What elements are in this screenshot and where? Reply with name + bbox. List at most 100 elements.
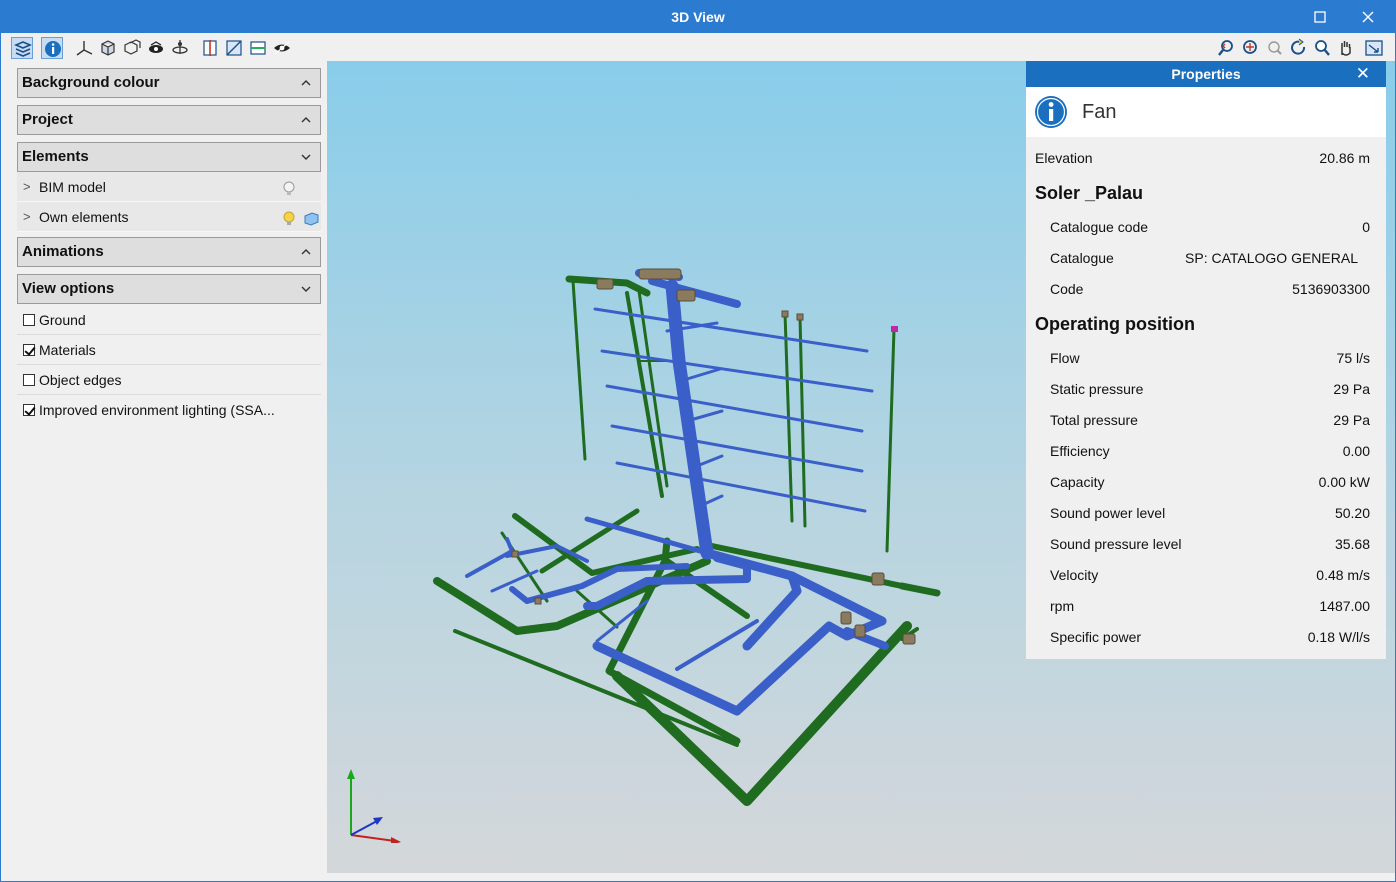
chevron-up-icon [300,69,314,97]
property-row: Static pressure 29 Pa [1026,374,1386,405]
water-pipes [433,275,941,806]
clip-plane-button[interactable] [199,37,221,59]
property-row: Catalogue SP: CATALOGO GENERAL [1026,243,1386,274]
plan-section-button[interactable] [247,37,269,59]
section-project[interactable]: Project [17,105,321,135]
property-row: Velocity 0.48 m/s [1026,560,1386,591]
left-panel: Background colour Project Elements > BIM… [15,65,323,875]
maximize-icon [1314,11,1326,23]
pan-button[interactable] [1335,37,1357,59]
zoom-button[interactable] [1311,37,1333,59]
lightbulb-on-icon[interactable] [281,208,297,226]
layers-tool-button[interactable] [11,37,33,59]
orbit-tool-button[interactable] [169,37,191,59]
materials-checkbox[interactable] [23,344,35,356]
element-name: Fan [1082,101,1117,123]
maximize-button[interactable] [1297,3,1343,31]
properties-panel: Properties ✕ Fan Elevation 20.86 m Soler… [1026,61,1386,659]
hand-icon [1341,41,1351,56]
property-label: Static pressure [1050,381,1144,397]
option-ground[interactable]: Ground [17,305,321,335]
tree-item-bim-model[interactable]: > BIM model [17,172,321,202]
close-properties-button[interactable]: ✕ [1356,61,1370,87]
property-value: 1487.00 [1319,598,1370,614]
property-row: Specific power 0.18 W/l/s [1026,622,1386,653]
info-tool-button[interactable] [41,37,63,59]
cube-icon [101,40,115,56]
axes-icon [76,41,93,56]
section-view-button[interactable] [121,37,143,59]
property-value: 50.20 [1334,505,1370,521]
section-title: Animations [22,243,104,260]
zoom-window-button[interactable] [1263,37,1285,59]
orientation-axes [347,769,401,843]
diagonal-section-button[interactable] [223,37,245,59]
property-label: Sound power level [1050,505,1166,521]
close-button[interactable] [1345,3,1391,31]
fit-view-button[interactable] [1363,37,1385,59]
property-row: Sound pressure level 35.68 [1026,529,1386,560]
info-icon [45,41,61,57]
element-header: Fan [1026,87,1386,137]
property-value: 29 Pa [1333,412,1370,428]
section-title: Background colour [22,74,160,91]
expand-arrow-icon[interactable]: > [23,172,31,202]
plan-section-icon [250,41,266,55]
section-elements[interactable]: Elements [17,142,321,172]
clip-plane-icon [203,40,217,56]
property-label: Catalogue code [1050,219,1149,235]
property-label: rpm [1050,598,1075,614]
group-operating-position: Operating position [1035,314,1195,334]
property-row: Total pressure 29 Pa [1026,405,1386,436]
tree-item-label: BIM model [39,179,106,195]
section-animations[interactable]: Animations [17,237,321,267]
properties-title: Properties [1171,66,1241,82]
visibility-button[interactable] [271,37,293,59]
chevron-down-icon [300,143,314,171]
group-manufacturer: Soler _Palau [1035,183,1144,203]
property-value: 0.48 m/s [1316,567,1370,583]
tree-item-own-elements[interactable]: > Own elements [17,202,321,232]
ground-checkbox[interactable] [23,314,35,326]
property-label: Velocity [1050,567,1099,583]
option-object-edges[interactable]: Object edges [17,365,321,395]
info-icon [1035,96,1067,128]
property-value: 29 Pa [1333,381,1370,397]
property-value: 0.00 [1342,443,1370,459]
option-materials[interactable]: Materials [17,335,321,365]
zoom-back-icon [1218,40,1233,56]
orbit-icon [172,40,188,54]
property-label: Catalogue [1050,250,1114,266]
property-label: Total pressure [1050,412,1138,428]
chevron-up-icon [300,106,314,134]
zoom-previous-button[interactable] [1215,37,1237,59]
property-row: Flow 75 l/s [1026,343,1386,374]
chevron-down-icon [300,275,314,303]
zoom-icon [1315,40,1330,56]
refresh-view-button[interactable] [1287,37,1309,59]
option-label: Ground [39,312,86,328]
hide-elements-button[interactable] [145,37,167,59]
property-value: 0.18 W/l/s [1307,629,1370,645]
property-value: 75 l/s [1336,350,1370,366]
section-background-colour[interactable]: Background colour [17,68,321,98]
object-edges-checkbox[interactable] [23,374,35,386]
layers-icon [13,41,33,57]
property-row: Capacity 0.00 kW [1026,467,1386,498]
expand-arrow-icon[interactable]: > [23,202,31,232]
option-improved-lighting[interactable]: Improved environment lighting (SSA... [17,395,321,425]
zoom-all-button[interactable] [1239,37,1261,59]
section-view-options[interactable]: View options [17,274,321,304]
axes-tool-button[interactable] [73,37,95,59]
improved-lighting-checkbox[interactable] [23,404,35,416]
cube-view-button[interactable] [97,37,119,59]
cube-icon[interactable] [303,208,319,226]
property-row: rpm 1487.00 [1026,591,1386,622]
window-title: 3D View [671,9,725,25]
lightbulb-off-icon[interactable] [281,178,297,196]
zoom-window-icon [1268,41,1282,55]
section-title: Elements [22,148,89,165]
eye-icon [274,41,290,55]
property-label: Elevation [1035,150,1093,166]
refresh-icon [1291,38,1306,55]
